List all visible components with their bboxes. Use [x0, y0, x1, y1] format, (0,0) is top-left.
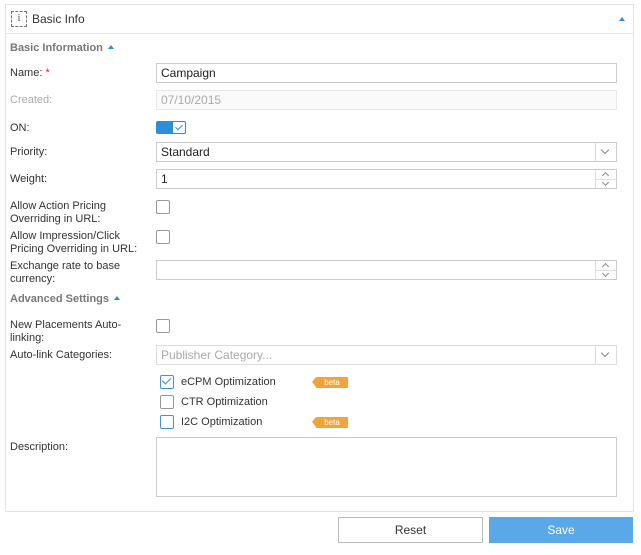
priority-dropdown-button[interactable]	[595, 143, 616, 161]
beta-badge: beta	[312, 417, 348, 428]
reset-button[interactable]: Reset	[338, 517, 483, 543]
check-icon	[161, 375, 172, 385]
chevron-down-icon	[600, 348, 610, 358]
save-button[interactable]: Save	[489, 517, 633, 543]
name-label-text: Name:	[10, 67, 43, 79]
section-basic-information[interactable]: Basic Information	[10, 42, 114, 54]
autolink-placeholder: Publisher Category...	[161, 348, 273, 362]
section-advanced-title: Advanced Settings	[10, 293, 110, 305]
description-textarea[interactable]	[156, 437, 617, 497]
allow-impression-pricing-label: Allow Impression/Click Pricing Overriding…	[10, 230, 137, 256]
chevron-down-icon	[600, 145, 610, 155]
created-input: 07/10/2015	[156, 90, 617, 110]
new-placements-checkbox[interactable]	[156, 319, 170, 333]
exchange-rate-input[interactable]	[156, 260, 617, 280]
section-basic-title: Basic Information	[10, 42, 103, 54]
name-label: Name: *	[10, 67, 50, 80]
priority-value: Standard	[161, 145, 210, 159]
created-label: Created:	[10, 94, 53, 106]
label-line: Allow Action Pricing	[10, 200, 106, 212]
on-label: ON:	[10, 122, 30, 134]
weight-label: Weight:	[10, 173, 48, 185]
description-label: Description:	[10, 441, 69, 453]
section-advanced-settings[interactable]: Advanced Settings	[10, 293, 121, 305]
label-line: New Placements Auto-	[10, 319, 122, 331]
label-line: Pricing Overriding in URL:	[10, 243, 138, 255]
ctr-optimization-label: CTR Optimization	[181, 396, 268, 408]
i2c-optimization-checkbox[interactable]	[160, 415, 174, 429]
allow-action-pricing-checkbox[interactable]	[156, 200, 170, 214]
toggle-knob	[172, 121, 186, 134]
label-line: Overriding in URL:	[10, 213, 101, 225]
decrement-icon[interactable]	[596, 270, 616, 279]
allow-impression-pricing-checkbox[interactable]	[156, 230, 170, 244]
exchange-rate-stepper[interactable]	[595, 261, 616, 279]
info-icon: i	[11, 11, 27, 27]
name-input[interactable]: Campaign	[156, 63, 617, 83]
exchange-rate-label: Exchange rate to base currency:	[10, 260, 120, 286]
decrement-icon[interactable]	[596, 179, 616, 188]
collapse-triangle-icon	[107, 45, 114, 49]
allow-action-pricing-label: Allow Action Pricing Overriding in URL:	[10, 200, 106, 226]
i2c-optimization-label: I2C Optimization	[181, 416, 263, 428]
beta-badge: beta	[312, 377, 348, 388]
new-placements-label: New Placements Auto-linking:	[10, 319, 121, 345]
label-line: currency:	[10, 273, 56, 285]
autolink-categories-label: Auto-link Categories:	[10, 349, 113, 361]
check-icon	[175, 122, 183, 131]
priority-label: Priority:	[10, 146, 48, 158]
autolink-categories-select[interactable]: Publisher Category...	[156, 345, 617, 365]
label-line: Exchange rate to base	[10, 260, 121, 272]
ctr-optimization-checkbox[interactable]	[160, 395, 174, 409]
weight-stepper[interactable]	[595, 170, 616, 188]
ecpm-optimization-label: eCPM Optimization	[181, 376, 276, 388]
ecpm-optimization-checkbox[interactable]	[160, 375, 174, 389]
panel-header[interactable]: i Basic Info	[6, 5, 633, 34]
priority-select[interactable]: Standard	[156, 142, 617, 162]
required-mark: *	[45, 67, 50, 79]
label-line: linking:	[10, 332, 45, 344]
collapse-arrow-icon[interactable]	[619, 17, 625, 21]
collapse-triangle-icon	[114, 296, 121, 300]
label-line: Allow Impression/Click	[10, 230, 121, 242]
autolink-dropdown-button[interactable]	[595, 346, 616, 364]
panel-title: Basic Info	[32, 12, 85, 26]
weight-value: 1	[161, 172, 168, 186]
on-toggle[interactable]	[156, 121, 186, 134]
weight-input[interactable]: 1	[156, 169, 617, 189]
